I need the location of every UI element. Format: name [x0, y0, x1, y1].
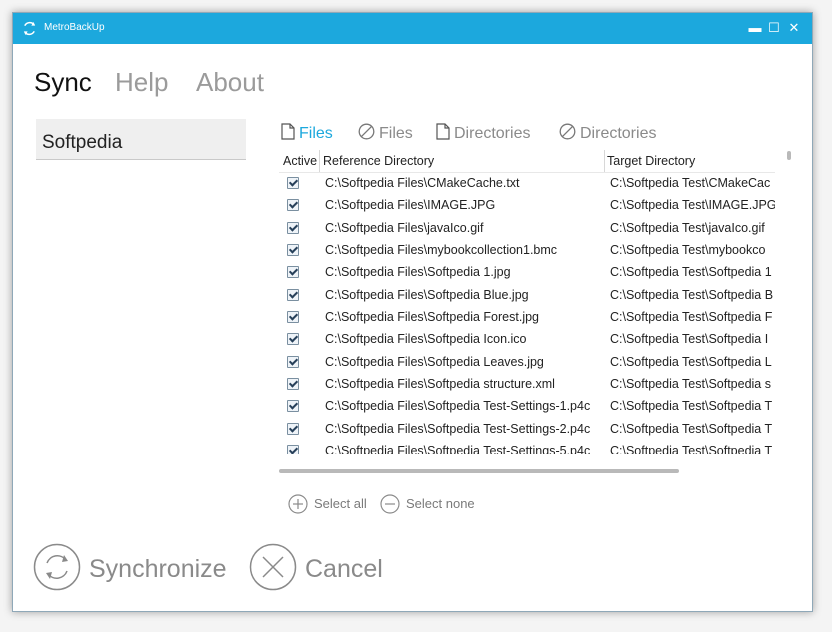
tab-excluded-directories[interactable]: Directories: [559, 123, 656, 143]
table-row[interactable]: C:\Softpedia Files\mybookcollection1.bmc…: [279, 239, 775, 261]
table-row[interactable]: C:\Softpedia Files\Softpedia Test-Settin…: [279, 395, 775, 417]
active-checkbox[interactable]: [287, 244, 299, 257]
tab-label: Directories: [580, 125, 657, 142]
reference-path: C:\Softpedia Files\IMAGE.JPG: [325, 198, 496, 213]
vertical-scrollbar[interactable]: [787, 151, 791, 160]
column-divider[interactable]: [319, 150, 320, 172]
minus-circle-icon: [380, 494, 400, 514]
reference-path: C:\Softpedia Files\Softpedia Blue.jpg: [325, 287, 529, 302]
reference-path: C:\Softpedia Files\Softpedia Test-Settin…: [325, 421, 591, 436]
target-path: C:\Softpedia Test\Softpedia s: [610, 377, 771, 392]
table-row[interactable]: C:\Softpedia Files\Softpedia Blue.jpg C:\…: [279, 284, 775, 306]
sync-profile-item[interactable]: Softpedia: [36, 119, 246, 160]
target-path: C:\Softpedia Test\Softpedia T: [610, 399, 773, 414]
table-row[interactable]: C:\Softpedia Files\Softpedia Test-Settin…: [279, 418, 775, 440]
target-path: C:\Softpedia Test\Softpedia F: [610, 310, 773, 325]
active-checkbox[interactable]: [287, 333, 299, 346]
table-row[interactable]: C:\Softpedia Files\Softpedia structure.x…: [279, 373, 775, 395]
title-bar[interactable]: MetroBackUp ▬ ☐ ✕: [13, 13, 812, 44]
reference-path: C:\Softpedia Files\Softpedia structure.x…: [325, 377, 555, 392]
table-row[interactable]: C:\Softpedia Files\Softpedia Forest.jpg C…: [279, 306, 775, 328]
cancel-label: Cancel: [305, 555, 383, 583]
nav-about[interactable]: About: [196, 67, 264, 98]
active-checkbox[interactable]: [287, 355, 299, 368]
target-path: C:\Softpedia Test\Softpedia L: [610, 354, 772, 369]
reference-path: C:\Softpedia Files\Softpedia Leaves.jpg: [325, 354, 544, 369]
horizontal-scrollbar[interactable]: [279, 469, 679, 473]
select-none-button[interactable]: Select none: [380, 494, 475, 514]
column-target-directory[interactable]: Target Directory: [607, 154, 695, 168]
active-checkbox[interactable]: [287, 266, 299, 279]
active-checkbox[interactable]: [287, 199, 299, 212]
column-active[interactable]: Active: [283, 154, 317, 168]
sync-icon: [33, 543, 81, 591]
tab-label: Directories: [454, 125, 531, 142]
table-row[interactable]: C:\Softpedia Files\Softpedia Test-Settin…: [279, 440, 775, 454]
minimize-button[interactable]: ▬: [746, 18, 764, 38]
table-body: C:\Softpedia Files\CMakeCache.txt C:\Soft…: [279, 172, 775, 454]
maximize-button[interactable]: ☐: [765, 18, 783, 38]
excluded-icon: [559, 123, 576, 140]
plus-circle-icon: [288, 494, 308, 514]
target-path: C:\Softpedia Test\mybookco: [610, 243, 766, 258]
app-window: MetroBackUp ▬ ☐ ✕ Sync Help About Softpe…: [12, 12, 813, 612]
nav-help[interactable]: Help: [115, 67, 168, 98]
file-icon: [436, 123, 450, 140]
reference-path: C:\Softpedia Files\Softpedia Forest.jpg: [325, 310, 540, 325]
active-checkbox[interactable]: [287, 288, 299, 301]
profile-name: Softpedia: [42, 132, 123, 153]
active-checkbox[interactable]: [287, 221, 299, 234]
reference-path: C:\Softpedia Files\Softpedia 1.jpg: [325, 265, 511, 280]
reference-path: C:\Softpedia Files\CMakeCache.txt: [325, 176, 520, 190]
reference-path: C:\Softpedia Files\Softpedia Icon.ico: [325, 332, 527, 347]
target-path: C:\Softpedia Test\Softpedia I: [610, 332, 769, 347]
active-checkbox[interactable]: [287, 378, 299, 391]
table-row[interactable]: C:\Softpedia Files\javaIco.gif C:\Softped…: [279, 217, 775, 239]
target-path: C:\Softpedia Test\javaIco.gif: [610, 220, 765, 235]
sync-app-icon: [23, 21, 36, 36]
target-path: C:\Softpedia Test\Softpedia 1: [610, 265, 772, 280]
tab-included-files[interactable]: Files: [281, 123, 333, 143]
file-icon: [281, 123, 295, 140]
reference-path: C:\Softpedia Files\Softpedia Test-Settin…: [325, 444, 591, 454]
target-path: C:\Softpedia Test\CMakeCac: [610, 176, 771, 190]
tab-excluded-files[interactable]: Files: [358, 123, 413, 143]
column-divider[interactable]: [604, 150, 605, 172]
synchronize-label: Synchronize: [89, 555, 227, 583]
target-path: C:\Softpedia Test\Softpedia T: [610, 444, 773, 454]
cancel-icon: [249, 543, 297, 591]
table-row[interactable]: C:\Softpedia Files\Softpedia 1.jpg C:\Sof…: [279, 261, 775, 283]
reference-path: C:\Softpedia Files\javaIco.gif: [325, 220, 484, 235]
table-header: Active Reference Directory Target Direct…: [279, 150, 775, 173]
close-button[interactable]: ✕: [785, 18, 803, 38]
active-checkbox[interactable]: [287, 311, 299, 324]
active-checkbox[interactable]: [287, 445, 299, 454]
reference-path: C:\Softpedia Files\Softpedia Test-Settin…: [325, 399, 591, 414]
select-none-label: Select none: [406, 496, 475, 511]
window-title: MetroBackUp: [44, 22, 105, 33]
table-row[interactable]: C:\Softpedia Files\Softpedia Leaves.jpg C…: [279, 351, 775, 373]
excluded-icon: [358, 123, 375, 140]
active-checkbox[interactable]: [287, 422, 299, 435]
active-checkbox[interactable]: [287, 400, 299, 413]
active-checkbox[interactable]: [287, 177, 299, 189]
table-row[interactable]: C:\Softpedia Files\Softpedia Icon.ico C:\…: [279, 328, 775, 350]
cancel-button[interactable]: Cancel: [249, 543, 383, 591]
files-table: Active Reference Directory Target Direct…: [279, 150, 775, 454]
nav-sync[interactable]: Sync: [34, 67, 92, 98]
target-path: C:\Softpedia Test\Softpedia B: [610, 287, 774, 302]
table-row[interactable]: C:\Softpedia Files\CMakeCache.txt C:\Soft…: [279, 172, 775, 194]
table-row[interactable]: C:\Softpedia Files\IMAGE.JPG C:\Softpedia…: [279, 194, 775, 216]
reference-path: C:\Softpedia Files\mybookcollection1.bmc: [325, 243, 558, 258]
tab-label: Files: [379, 125, 413, 142]
target-path: C:\Softpedia Test\Softpedia T: [610, 421, 773, 436]
target-path: C:\Softpedia Test\IMAGE.JPG: [610, 198, 775, 213]
select-all-button[interactable]: Select all: [288, 494, 367, 514]
tab-label: Files: [299, 125, 333, 142]
column-reference-directory[interactable]: Reference Directory: [323, 154, 434, 168]
select-all-label: Select all: [314, 496, 367, 511]
synchronize-button[interactable]: Synchronize: [33, 543, 227, 591]
tab-included-directories[interactable]: Directories: [436, 123, 530, 143]
